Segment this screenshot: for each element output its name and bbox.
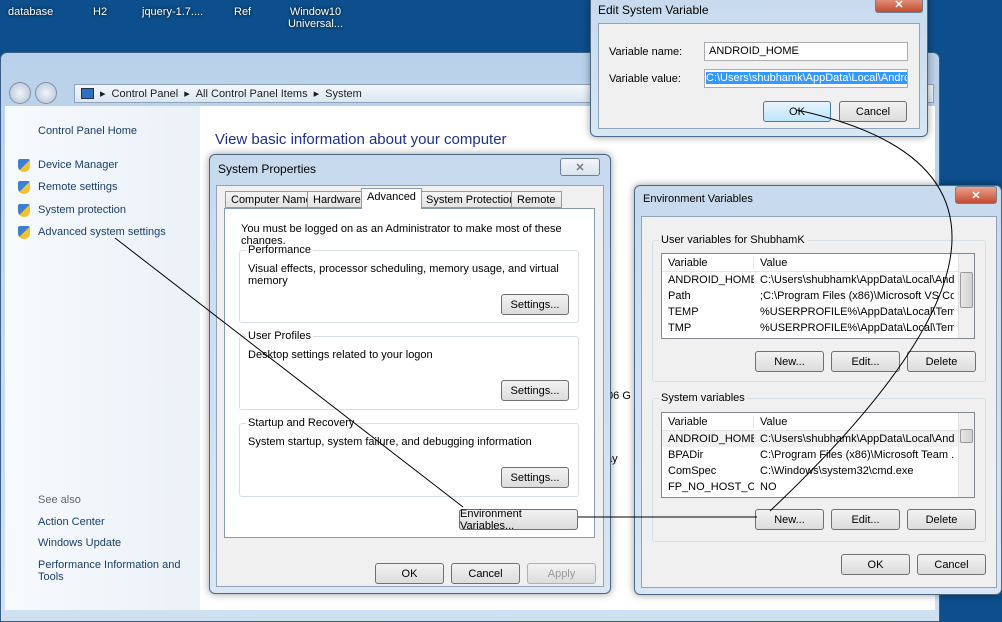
list-item[interactable]: Path;C:\Program Files (x86)\Microsoft VS… [662, 288, 974, 304]
variable-name-input[interactable]: ANDROID_HOME [704, 42, 908, 61]
back-button[interactable] [9, 82, 31, 104]
environment-variables-button[interactable]: Environment Variables... [459, 509, 578, 530]
shield-icon [18, 204, 30, 217]
dialog-title: Edit System Variable [598, 3, 709, 17]
user-profiles-group: User Profiles Desktop settings related t… [239, 336, 579, 410]
breadcrumb-system[interactable]: System [325, 88, 362, 100]
computer-icon [81, 88, 94, 99]
sidebar-item-system-protection[interactable]: System protection [38, 204, 126, 216]
see-also-windows-update[interactable]: Windows Update [38, 537, 121, 549]
user-profiles-settings-button[interactable]: Settings... [501, 380, 569, 401]
performance-group: Performance Visual effects, processor sc… [239, 250, 579, 323]
see-also-performance[interactable]: Performance Information and Tools [38, 559, 198, 583]
list-item[interactable]: TEMP%USERPROFILE%\AppData\Local\Temp [662, 304, 974, 320]
tab-advanced[interactable]: Advanced [361, 188, 422, 209]
desktop-icon-h2[interactable]: H2 [93, 6, 107, 18]
tab-computer-name[interactable]: Computer Name [225, 191, 318, 208]
chevron-icon: ▸ [314, 87, 320, 100]
user-new-button[interactable]: New... [755, 351, 824, 372]
group-label: System variables [659, 392, 747, 404]
cancel-button[interactable]: Cancel [451, 563, 520, 584]
see-also-action-center[interactable]: Action Center [38, 516, 105, 528]
env-cancel-button[interactable]: Cancel [917, 554, 986, 575]
breadcrumb-all-items[interactable]: All Control Panel Items [196, 88, 308, 100]
system-edit-button[interactable]: Edit... [831, 509, 900, 530]
user-delete-button[interactable]: Delete [907, 351, 976, 372]
list-item[interactable]: ANDROID_HOMEC:\Users\shubhamk\AppData\Lo… [662, 272, 974, 288]
shield-icon [18, 159, 30, 172]
sidebar-item-device-manager[interactable]: Device Manager [38, 159, 118, 171]
close-button[interactable]: ✕ [875, 0, 923, 13]
user-edit-button[interactable]: Edit... [831, 351, 900, 372]
page-title: View basic information about your comput… [215, 131, 507, 148]
scrollbar[interactable] [958, 254, 974, 338]
column-header-value[interactable]: Value [754, 257, 954, 269]
list-item[interactable]: ComSpecC:\Windows\system32\cmd.exe [662, 463, 974, 479]
shield-icon [18, 226, 30, 239]
sidebar-item-advanced[interactable]: Advanced system settings [38, 226, 166, 238]
group-desc: Visual effects, processor scheduling, me… [248, 263, 578, 287]
variable-name-label: Variable name: [609, 46, 682, 58]
list-item[interactable]: ANDROID_HOMEC:\Users\shubhamk\AppData\Lo… [662, 431, 974, 447]
list-item[interactable]: FP_NO_HOST_C...NO [662, 479, 974, 495]
column-header-variable[interactable]: Variable [662, 257, 754, 269]
performance-settings-button[interactable]: Settings... [501, 294, 569, 315]
shield-icon [18, 181, 30, 194]
desktop-icon-jquery[interactable]: jquery-1.7.... [142, 6, 203, 18]
desktop-icon-database[interactable]: database [8, 6, 53, 18]
dialog-title: Environment Variables [643, 193, 753, 205]
dialog-title: System Properties [218, 162, 316, 176]
close-button[interactable]: ✕ [560, 158, 600, 176]
env-ok-button[interactable]: OK [841, 554, 910, 575]
chevron-icon: ▸ [184, 87, 190, 100]
close-button[interactable]: ✕ [955, 186, 997, 204]
column-header-variable[interactable]: Variable [662, 416, 754, 428]
see-also-heading: See also [38, 494, 81, 506]
group-label: Performance [246, 244, 313, 256]
tab-panel: You must be logged on as an Administrato… [224, 208, 595, 538]
edit-cancel-button[interactable]: Cancel [839, 101, 907, 122]
group-desc: System startup, system failure, and debu… [248, 436, 532, 448]
forward-button[interactable] [35, 82, 57, 104]
system-delete-button[interactable]: Delete [907, 509, 976, 530]
list-item[interactable]: BPADirC:\Program Files (x86)\Microsoft T… [662, 447, 974, 463]
scrollbar[interactable] [958, 413, 974, 497]
system-new-button[interactable]: New... [755, 509, 824, 530]
sidebar-home[interactable]: Control Panel Home [38, 125, 137, 137]
column-header-value[interactable]: Value [754, 416, 954, 428]
system-variables-list[interactable]: VariableValue ANDROID_HOMEC:\Users\shubh… [661, 412, 975, 498]
group-label: Startup and Recovery [246, 417, 356, 429]
ok-button[interactable]: OK [375, 563, 444, 584]
group-desc: Desktop settings related to your logon [248, 349, 433, 361]
variable-value-input[interactable]: C:\Users\shubhamk\AppData\Local\Android [704, 69, 908, 88]
group-label: User Profiles [246, 330, 313, 342]
user-variables-list[interactable]: VariableValue ANDROID_HOMEC:\Users\shubh… [661, 253, 975, 339]
tab-system-protection[interactable]: System Protection [420, 191, 521, 208]
list-item[interactable]: TMP%USERPROFILE%\AppData\Local\Temp [662, 320, 974, 336]
environment-variables-dialog: Environment Variables ✕ User variables f… [634, 185, 1002, 595]
variable-value-label: Variable value: [609, 73, 681, 85]
desktop-icon-ref[interactable]: Ref [234, 6, 251, 18]
breadcrumb-control-panel[interactable]: Control Panel [112, 88, 179, 100]
tab-remote[interactable]: Remote [511, 191, 562, 208]
chevron-icon: ▸ [100, 87, 106, 100]
apply-button: Apply [527, 563, 596, 584]
desktop-icon-window10[interactable]: Window10 Universal... [283, 6, 348, 30]
edit-system-variable-dialog: Edit System Variable ✕ Variable name: AN… [590, 0, 928, 137]
edit-ok-button[interactable]: OK [763, 101, 831, 122]
sidebar-item-remote-settings[interactable]: Remote settings [38, 181, 117, 193]
tab-hardware[interactable]: Hardware [307, 191, 367, 208]
sidebar: Control Panel Home Device Manager Remote… [5, 106, 200, 610]
group-label: User variables for ShubhamK [659, 234, 807, 246]
startup-settings-button[interactable]: Settings... [501, 467, 569, 488]
startup-recovery-group: Startup and Recovery System startup, sys… [239, 423, 579, 497]
